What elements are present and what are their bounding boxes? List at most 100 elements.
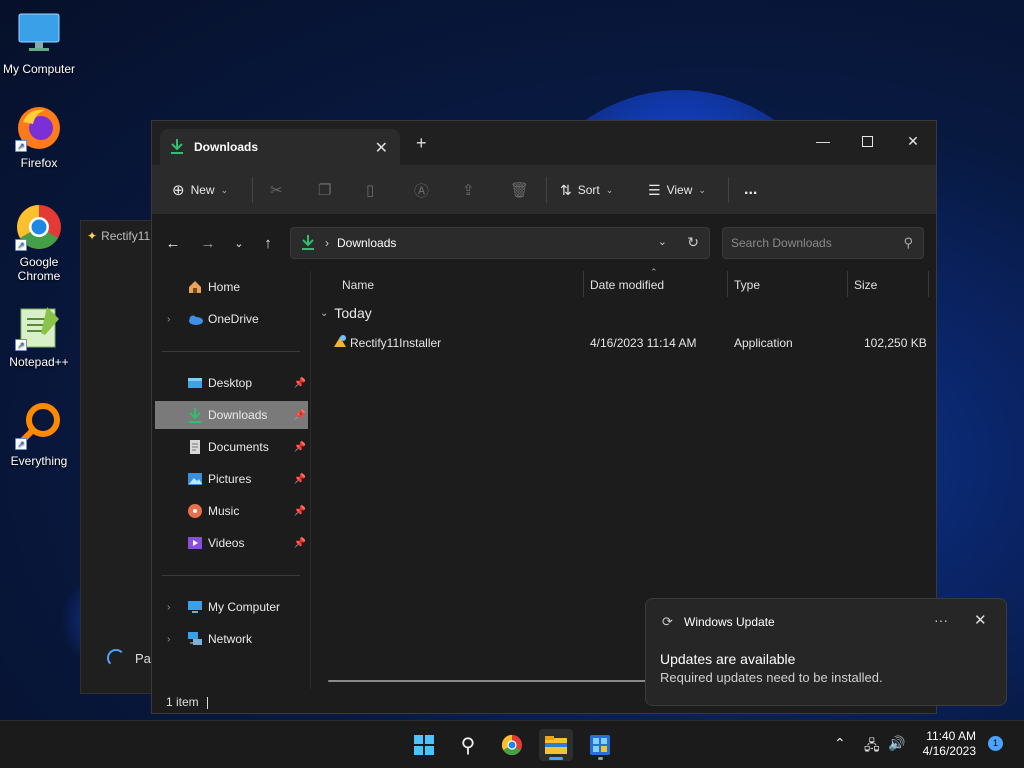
search-icon: ⚲ [903, 235, 913, 250]
nav-item-videos[interactable]: Videos 📌 [155, 529, 308, 557]
horizontal-scrollbar[interactable] [328, 680, 648, 682]
back-arrow-icon[interactable]: ← [161, 231, 185, 255]
scissors-icon: ✂ [270, 182, 283, 199]
pin-icon[interactable]: 📌 [294, 538, 306, 549]
shortcut-arrow-icon: ↗ [15, 140, 27, 152]
close-window-button[interactable]: ✕ [890, 127, 936, 155]
pin-icon[interactable]: 📌 [294, 506, 306, 517]
forward-arrow-icon[interactable]: → [196, 231, 220, 255]
group-header-today[interactable]: ⌄ Today [320, 305, 372, 321]
rename-button[interactable]: Ⓐ [414, 177, 429, 203]
taskbar-rectify11-installer[interactable] [583, 729, 617, 761]
expand-chevron-icon[interactable]: › [167, 314, 170, 325]
nav-item-music[interactable]: Music 📌 [155, 497, 308, 525]
taskbar-file-explorer[interactable] [539, 729, 573, 761]
search-button[interactable]: ⚲ [451, 729, 485, 761]
clock[interactable]: 11:40 AM 4/16/2023 [914, 729, 976, 759]
pin-icon[interactable]: 📌 [294, 442, 306, 453]
rename-icon: Ⓐ [414, 182, 430, 200]
expand-chevron-icon[interactable]: › [167, 602, 170, 613]
notepad-plus-plus-icon: ↗ [15, 303, 63, 351]
desktop-icon-chrome[interactable]: ↗ Google Chrome [0, 203, 78, 283]
item-count: 1 item [166, 695, 199, 709]
search-input[interactable]: Search Downloads ⚲ [722, 227, 924, 259]
chrome-icon: ↗ [15, 203, 63, 251]
pane-divider[interactable] [310, 271, 311, 689]
up-arrow-icon[interactable]: ↑ [256, 231, 280, 255]
sort-button[interactable]: ⇅ Sort ⌄ [560, 177, 613, 203]
window-title: ✦ Rectify11 [87, 229, 151, 243]
network-icon [187, 631, 203, 647]
taskbar-chrome[interactable] [495, 729, 529, 761]
rectify11-installer-window[interactable]: ✦ Rectify11 Pat [80, 220, 160, 694]
breadcrumb-downloads[interactable]: Downloads [337, 236, 396, 250]
cut-button[interactable]: ✂ [270, 177, 283, 203]
download-arrow-icon [301, 234, 315, 253]
desktop-icon-label: My Computer [2, 62, 76, 76]
desktop-icon-firefox[interactable]: ↗ Firefox [0, 104, 78, 170]
sort-arrows-icon: ⇅ [560, 181, 572, 198]
pin-icon[interactable]: 📌 [294, 378, 306, 389]
toolbar-divider [252, 177, 253, 203]
notification-heading: Updates are available [660, 651, 796, 667]
show-hidden-icons-chevron-icon[interactable]: ⌃ [834, 735, 846, 752]
file-row[interactable]: Rectify11Installer 4/16/2023 11:14 AM Ap… [312, 329, 936, 357]
recent-locations-chevron-icon[interactable]: ⌄ [227, 231, 251, 255]
tab-close-icon[interactable]: ✕ [375, 138, 388, 158]
nav-item-onedrive[interactable]: › OneDrive [155, 305, 308, 333]
expand-chevron-icon[interactable]: › [167, 634, 170, 645]
installer-icon [590, 735, 610, 755]
more-options-icon[interactable]: ··· [934, 612, 948, 628]
close-icon[interactable]: ✕ [974, 611, 987, 629]
column-header-date-modified[interactable]: Date modified ⌃ [590, 267, 664, 299]
chevron-down-icon: ⌄ [605, 184, 614, 195]
share-button[interactable]: ⇪ [462, 177, 475, 203]
nav-item-my-computer[interactable]: › My Computer [155, 593, 308, 621]
desktop-icon-label: Notepad++ [9, 355, 69, 369]
column-header-size[interactable]: Size [854, 271, 877, 299]
column-divider[interactable] [847, 271, 848, 297]
maximize-button[interactable] [844, 127, 890, 155]
copy-button[interactable]: ❐ [318, 177, 331, 203]
start-button[interactable] [407, 729, 441, 761]
refresh-icon[interactable]: ↻ [687, 234, 699, 251]
title-bar[interactable]: Downloads ✕ + — ✕ [152, 121, 936, 165]
pin-icon[interactable]: 📌 [294, 410, 306, 421]
nav-item-home[interactable]: Home [155, 273, 308, 301]
column-header-name[interactable]: Name [342, 271, 374, 299]
nav-item-pictures[interactable]: Pictures 📌 [155, 465, 308, 493]
nav-item-documents[interactable]: Documents 📌 [155, 433, 308, 461]
chevron-down-icon[interactable]: ⌄ [658, 235, 667, 248]
column-header-type[interactable]: Type [734, 271, 760, 299]
download-arrow-icon [187, 407, 203, 423]
new-tab-button[interactable]: + [416, 133, 427, 154]
delete-button[interactable]: 🗑 [510, 177, 529, 203]
pin-icon[interactable]: 📌 [294, 474, 306, 485]
view-button[interactable]: ☰ View ⌄ [648, 177, 706, 203]
search-icon: ⚲ [460, 734, 476, 757]
nav-item-downloads[interactable]: Downloads 📌 [155, 401, 308, 429]
desktop-icon-notepad-plus-plus[interactable]: ↗ Notepad++ [0, 303, 78, 369]
new-button[interactable]: ⊕ New ⌄ [172, 177, 228, 203]
view-lines-icon: ☰ [648, 181, 661, 198]
address-bar[interactable]: › Downloads ⌄ ↻ [290, 227, 710, 259]
desktop-icon-everything[interactable]: ↗ Everything [0, 402, 78, 468]
column-divider[interactable] [727, 271, 728, 297]
more-options-button[interactable]: ... [744, 177, 757, 203]
paste-button[interactable]: ▯ [366, 177, 374, 203]
notification-badge[interactable]: 1 [988, 736, 1003, 751]
volume-icon[interactable]: 🔊 [888, 735, 905, 752]
taskbar: ⚲ ⌃ 🖧 🔊 11:40 AM 4/16/2023 [0, 720, 1024, 768]
nav-item-network[interactable]: › Network [155, 625, 308, 653]
network-status-icon[interactable]: 🖧 [864, 735, 880, 759]
column-divider[interactable] [583, 271, 584, 297]
windows-update-notification[interactable]: ⟳ Windows Update ··· ✕ Updates are avail… [645, 598, 1007, 706]
monitor-icon [15, 10, 63, 58]
desktop-icon-my-computer[interactable]: My Computer [0, 10, 78, 76]
nav-item-desktop[interactable]: Desktop 📌 [155, 369, 308, 397]
minimize-button[interactable]: — [800, 127, 846, 155]
tab-downloads[interactable]: Downloads ✕ [160, 129, 400, 165]
firefox-icon: ↗ [15, 104, 63, 152]
file-date: 4/16/2023 11:14 AM [590, 336, 697, 350]
column-divider[interactable] [928, 271, 929, 297]
